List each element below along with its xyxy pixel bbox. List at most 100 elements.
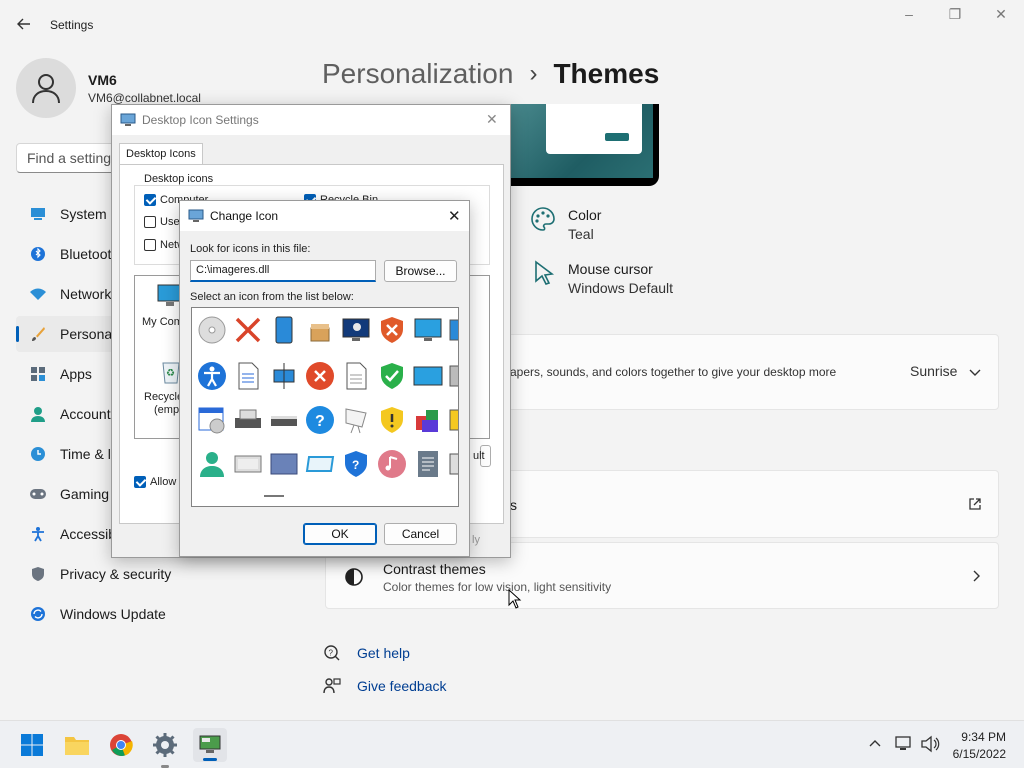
- apply-button[interactable]: ly: [472, 534, 480, 546]
- network-tray-icon[interactable]: [894, 735, 914, 756]
- monitor-moon-icon[interactable]: [338, 312, 374, 348]
- checkbox-user[interactable]: [144, 216, 156, 229]
- change-icon-app-icon: [188, 209, 204, 223]
- accessibility-circle-icon[interactable]: [194, 358, 230, 394]
- minimize-icon[interactable]: –: [886, 6, 932, 22]
- shield-icon: [16, 566, 60, 582]
- checkbox-allow-themes[interactable]: [134, 476, 146, 489]
- sidebar-item-label: Gaming: [60, 486, 110, 502]
- window-disc-icon[interactable]: [194, 402, 230, 438]
- user-green-icon[interactable]: [194, 446, 230, 482]
- start-icon[interactable]: [18, 731, 46, 759]
- text-document-icon[interactable]: [410, 446, 446, 482]
- shield-help-icon[interactable]: ?: [338, 446, 374, 482]
- cancel-button[interactable]: Cancel: [384, 523, 457, 545]
- color-label[interactable]: Color: [568, 207, 601, 223]
- shield-check-icon[interactable]: [374, 358, 410, 394]
- cd-music-icon[interactable]: [194, 312, 230, 348]
- browse-button[interactable]: Browse...: [384, 260, 457, 282]
- shield-x-icon[interactable]: [374, 312, 410, 348]
- avatar[interactable]: [16, 58, 76, 118]
- clock-date[interactable]: 6/15/2022: [946, 747, 1006, 761]
- volume-icon[interactable]: [920, 735, 940, 756]
- gaming-icon: [16, 487, 60, 501]
- display-settings-icon[interactable]: [266, 358, 302, 394]
- dialog-close-icon[interactable]: ✕: [486, 111, 498, 128]
- settings-gear-icon[interactable]: [151, 731, 179, 768]
- horizontal-scrollbar[interactable]: [264, 495, 284, 497]
- select-icon-label: Select an icon from the list below:: [190, 291, 354, 303]
- icon-grid[interactable]: ??: [191, 307, 459, 507]
- tablet-icon[interactable]: [266, 312, 302, 348]
- red-x-icon[interactable]: [230, 312, 266, 348]
- chevron-down-icon[interactable]: [968, 365, 982, 382]
- screen-outline-icon[interactable]: [302, 446, 338, 482]
- contrast-desc: Color themes for low vision, light sensi…: [383, 580, 612, 594]
- restore-default-label[interactable]: ult: [473, 450, 485, 462]
- maximize-icon[interactable]: ❐: [932, 6, 978, 23]
- monitor-blue-icon[interactable]: [410, 312, 446, 348]
- sidebar-item-shield[interactable]: Privacy & security: [16, 556, 206, 592]
- back-arrow-icon[interactable]: [14, 14, 34, 34]
- chevron-right-icon[interactable]: [970, 569, 982, 586]
- document-text-icon[interactable]: [230, 358, 266, 394]
- desktop-icon-settings-label: s: [510, 497, 517, 513]
- sidebar-item-label: Apps: [60, 366, 92, 382]
- file-explorer-icon[interactable]: [63, 731, 91, 759]
- monitor-wide-icon[interactable]: [410, 358, 446, 394]
- breadcrumb-separator: ›: [529, 60, 538, 87]
- chevron-up-icon[interactable]: [868, 737, 882, 754]
- change-icon-title: Change Icon: [210, 209, 279, 223]
- frame-gray-icon[interactable]: [230, 446, 266, 482]
- sidebar-item-update[interactable]: Windows Update: [16, 596, 206, 632]
- taskbar: 9:34 PM 6/15/2022: [0, 720, 1024, 768]
- chrome-icon[interactable]: [107, 731, 135, 759]
- colorful-blocks-icon[interactable]: [410, 402, 446, 438]
- external-link-icon[interactable]: [968, 497, 982, 514]
- checkbox-network[interactable]: [144, 239, 156, 252]
- checkbox-computer[interactable]: [144, 194, 156, 207]
- cursor-label[interactable]: Mouse cursor: [568, 261, 653, 277]
- breadcrumb-parent[interactable]: Personalization: [322, 58, 513, 90]
- svg-text:♻: ♻: [166, 368, 175, 379]
- get-help-link[interactable]: Get help: [357, 645, 410, 661]
- partial-icon[interactable]: [446, 446, 458, 482]
- sidebar-item-label: Accounts: [60, 406, 118, 422]
- printer-drive-icon[interactable]: [230, 402, 266, 438]
- current-theme-value: Sunrise: [910, 363, 958, 379]
- help-circle-icon[interactable]: ?: [302, 402, 338, 438]
- preview-label-empty: (empt: [154, 404, 183, 416]
- group-label: Desktop icons: [142, 173, 216, 185]
- contrast-title: Contrast themes: [383, 561, 486, 577]
- package-icon[interactable]: [302, 312, 338, 348]
- theme-preview: [505, 104, 659, 186]
- sidebar-item-label: Privacy & security: [60, 566, 172, 582]
- scanner-icon[interactable]: [266, 402, 302, 438]
- check-user[interactable]: User: [144, 216, 183, 229]
- tab-desktop-icons[interactable]: Desktop Icons: [119, 143, 203, 165]
- allow-themes-check[interactable]: Allow t: [134, 476, 182, 489]
- music-note-icon[interactable]: [374, 446, 410, 482]
- clock-time[interactable]: 9:34 PM: [958, 730, 1006, 744]
- partial-icon[interactable]: [446, 312, 458, 348]
- accessibility-icon: [16, 526, 60, 542]
- presentation-icon[interactable]: [338, 402, 374, 438]
- desktop-settings-task-icon[interactable]: [193, 728, 227, 762]
- close-window-icon[interactable]: ✕: [978, 6, 1024, 23]
- error-circle-icon[interactable]: [302, 358, 338, 394]
- ok-button[interactable]: OK: [303, 523, 377, 545]
- give-feedback-link[interactable]: Give feedback: [357, 678, 447, 694]
- shield-warning-icon[interactable]: [374, 402, 410, 438]
- change-icon-dialog: Change Icon ✕ Look for icons in this fil…: [179, 200, 470, 557]
- partial-icon[interactable]: [446, 358, 458, 394]
- blue-panel-icon[interactable]: [266, 446, 302, 482]
- sidebar-item-label: System: [60, 206, 107, 222]
- file-path-input[interactable]: C:\imageres.dll: [190, 260, 376, 282]
- cursor-icon: [532, 260, 556, 289]
- blank-document-icon[interactable]: [338, 358, 374, 394]
- apps-icon: [16, 366, 60, 382]
- current-theme-desc: apers, sounds, and colors together to gi…: [510, 365, 837, 379]
- change-icon-close-icon[interactable]: ✕: [448, 207, 461, 225]
- contrast-icon: [344, 567, 364, 590]
- partial-icon[interactable]: [446, 402, 458, 438]
